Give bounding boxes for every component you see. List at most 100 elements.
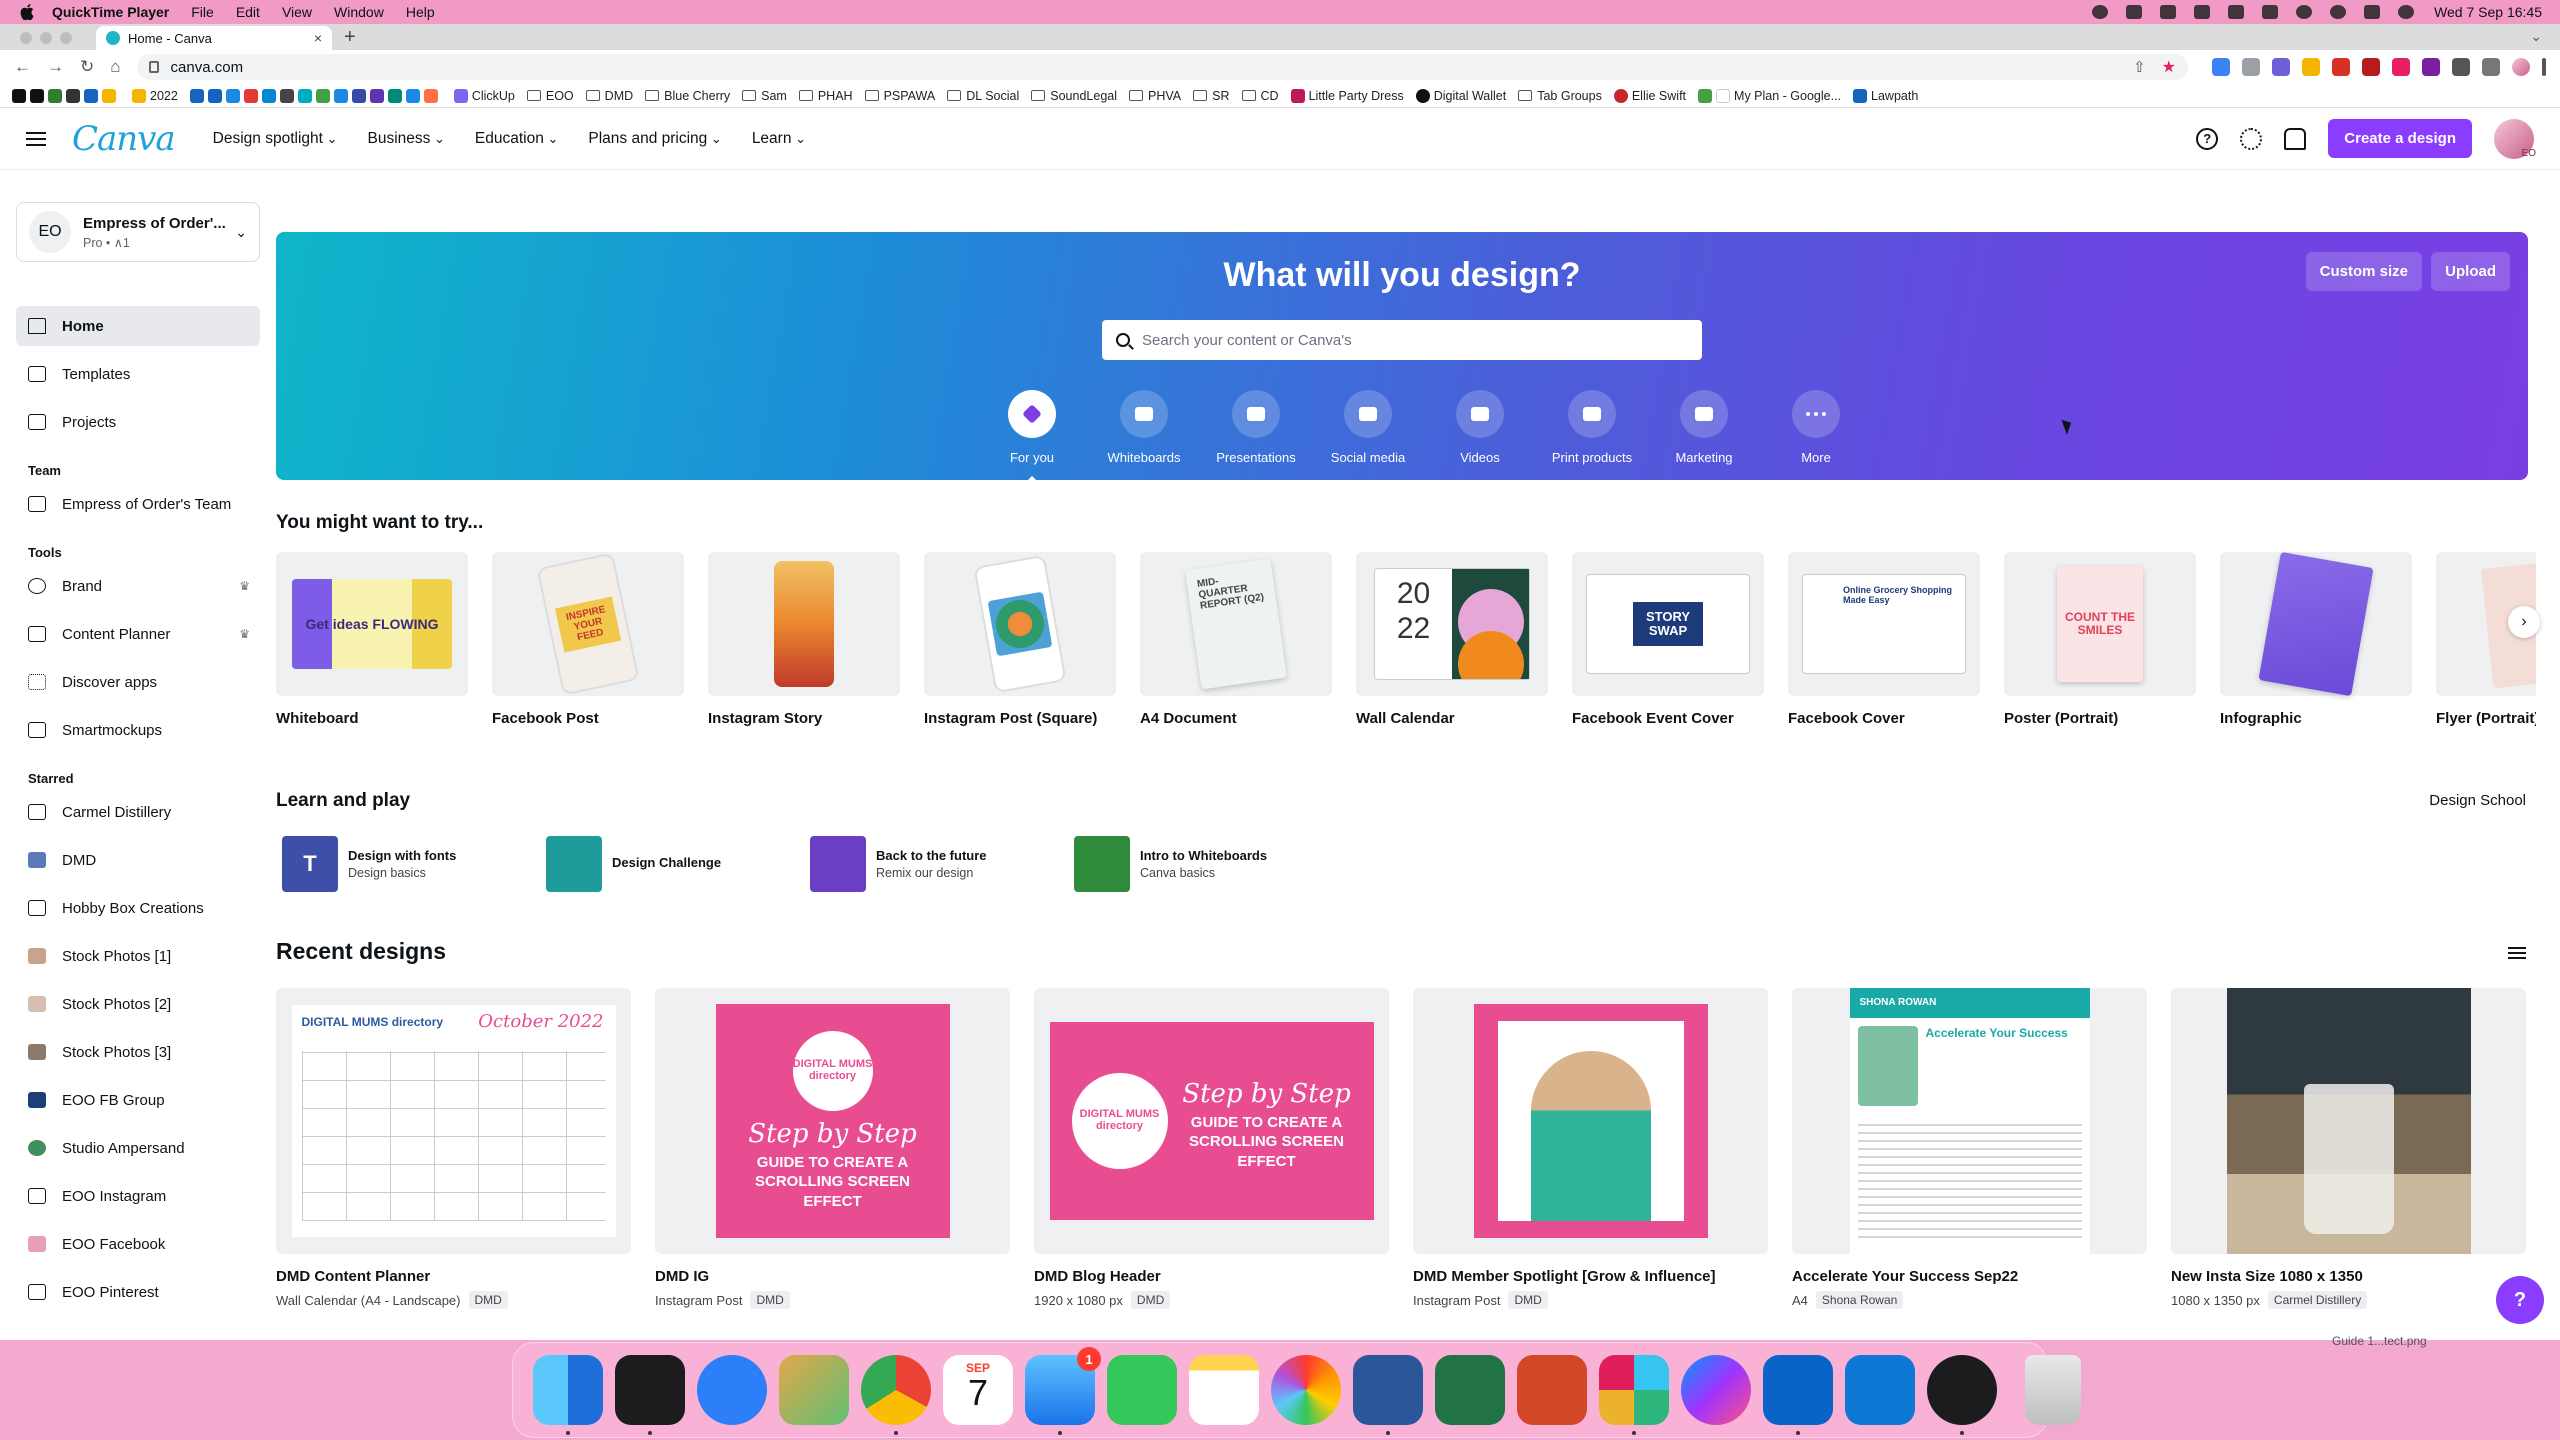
folder-tag[interactable]: Shona Rowan — [1815, 1291, 1904, 1309]
extension-7-icon[interactable] — [2392, 58, 2410, 76]
starred-eoo-facebook[interactable]: EOO Facebook — [16, 1224, 260, 1264]
bookmark-pspawa[interactable]: PSPAWA — [864, 89, 935, 103]
suggestion-card[interactable]: Get ideas FLOWING Whiteboard — [276, 552, 468, 732]
spotlight-icon[interactable] — [2330, 5, 2347, 19]
starred-studio-ampersand[interactable]: Studio Ampersand — [16, 1128, 260, 1168]
new-tab-icon[interactable]: + — [344, 26, 356, 49]
starred-stock-photos-3[interactable]: Stock Photos [3] — [16, 1032, 260, 1072]
folder-tag[interactable]: Carmel Distillery — [2267, 1291, 2368, 1309]
hamburger-menu-icon[interactable] — [26, 128, 46, 150]
sidebar-item-templates[interactable]: Templates — [16, 354, 260, 394]
starred-hobby-box-creations[interactable]: Hobby Box Creations — [16, 888, 260, 928]
extension-3-icon[interactable] — [2272, 58, 2290, 76]
menu-app-name[interactable]: QuickTime Player — [52, 4, 169, 20]
close-window-button[interactable] — [20, 32, 32, 44]
sidebar-item-projects[interactable]: Projects — [16, 402, 260, 442]
bookmark-ellie-swift[interactable]: Ellie Swift — [1613, 88, 1686, 103]
learn-item[interactable]: Back to the future Remix our design — [810, 836, 1074, 892]
photos-icon[interactable] — [1271, 1355, 1341, 1425]
category-social-media[interactable]: Social media — [1312, 390, 1424, 465]
suggestion-card[interactable]: COUNT THE SMILES Poster (Portrait) — [2004, 552, 2196, 732]
bookmark-dmd[interactable]: DMD — [585, 89, 633, 103]
wifi-icon[interactable] — [2296, 5, 2313, 19]
record-status-icon[interactable] — [2092, 5, 2109, 19]
back-icon[interactable]: ← — [14, 57, 31, 77]
bookmark-digital-wallet[interactable]: Digital Wallet — [1415, 88, 1506, 103]
powerpoint-icon[interactable] — [1517, 1355, 1587, 1425]
suggestion-card[interactable]: MID-QUARTER REPORT (Q2) A4 Document — [1140, 552, 1332, 732]
nav-education[interactable]: Education — [475, 130, 558, 148]
suggestion-card[interactable]: STORY SWAP Facebook Event Cover — [1572, 552, 1764, 732]
bookmark-blue-cherry[interactable]: Blue Cherry — [645, 89, 730, 103]
excel-icon[interactable] — [1435, 1355, 1505, 1425]
facetime-icon[interactable] — [1107, 1355, 1177, 1425]
bookmark-my-plan[interactable]: My Plan - Google... — [1698, 88, 1841, 103]
sidebar-item-content-planner[interactable]: Content Planner ♛ — [16, 614, 260, 654]
create-a-design-button[interactable]: Create a design — [2328, 119, 2472, 158]
team-switcher[interactable]: EO Empress of Order'... Pro • ∧1 ⌄ — [16, 202, 260, 262]
share-icon[interactable]: ⇧ — [2133, 58, 2146, 76]
browser-tab-active[interactable]: Home - Canva × — [96, 26, 332, 50]
recent-design-card[interactable]: New Insta Size 1080 x 1350 1080 x 1350 p… — [2171, 988, 2526, 1309]
side-panel-icon[interactable] — [2482, 58, 2500, 76]
extension-1-icon[interactable] — [2212, 58, 2230, 76]
sidebar-item-brand[interactable]: Brand ♛ — [16, 566, 260, 606]
bookmark-sam[interactable]: Sam — [742, 89, 787, 103]
category-print-products[interactable]: Print products — [1536, 390, 1648, 465]
suggestion-card[interactable]: Flyer (Portrait) — [2436, 552, 2536, 732]
bookmark-dl-social[interactable]: DL Social — [947, 89, 1019, 103]
suggestion-card[interactable]: Instagram Post (Square) — [924, 552, 1116, 732]
folder-tag[interactable]: DMD — [468, 1291, 508, 1309]
chrome-icon[interactable] — [861, 1355, 931, 1435]
custom-size-button[interactable]: Custom size — [2305, 252, 2422, 291]
starred-stock-photos-1[interactable]: Stock Photos [1] — [16, 936, 260, 976]
menu-clock[interactable]: Wed 7 Sep 16:45 — [2434, 4, 2542, 20]
settings-gear-icon[interactable] — [2240, 127, 2263, 150]
bookmark-cd[interactable]: CD — [1241, 89, 1279, 103]
home-icon[interactable]: ⌂ — [110, 57, 120, 77]
recent-design-card[interactable]: DIGITAL MUMS directory Step by Step GUID… — [655, 988, 1010, 1309]
design-school-link[interactable]: Design School — [2429, 792, 2526, 809]
apple-menu-icon[interactable] — [20, 3, 38, 21]
canva-logo[interactable]: Canva — [72, 119, 176, 159]
learn-item[interactable]: Design Challenge — [546, 836, 810, 892]
nav-plans-and-pricing[interactable]: Plans and pricing — [588, 130, 721, 148]
search-field[interactable] — [1102, 320, 1702, 360]
search-input[interactable] — [1142, 331, 1688, 349]
mail-icon[interactable]: 1 — [1025, 1347, 1101, 1435]
help-icon[interactable]: ? — [2196, 127, 2219, 150]
onedrive-icon[interactable] — [1845, 1355, 1915, 1425]
trash-icon[interactable] — [2025, 1355, 2081, 1425]
suggestion-card[interactable]: INSPIRE YOUR FEED Facebook Post — [492, 552, 684, 732]
recent-design-card[interactable]: DMD Member Spotlight [Grow & Influence] … — [1413, 988, 1768, 1309]
starred-stock-photos-2[interactable]: Stock Photos [2] — [16, 984, 260, 1024]
extension-5-icon[interactable] — [2332, 58, 2350, 76]
recent-design-card[interactable]: DIGITAL MUMS directory Step by Step GUID… — [1034, 988, 1389, 1309]
folder-tag[interactable]: DMD — [750, 1291, 790, 1309]
browser-menu-icon[interactable] — [2542, 58, 2546, 76]
word-icon[interactable] — [1353, 1355, 1423, 1435]
suggestion-card[interactable]: Instagram Story — [708, 552, 900, 732]
address-bar[interactable]: canva.com ⇧ ★ — [136, 54, 2188, 80]
outlook-icon[interactable] — [1763, 1355, 1833, 1435]
bookmark-phah[interactable]: PHAH — [798, 89, 853, 103]
bookmark-phva[interactable]: PHVA — [1129, 89, 1181, 103]
nav-design-spotlight[interactable]: Design spotlight — [213, 130, 338, 148]
sidebar-item-team[interactable]: Empress of Order's Team — [16, 484, 260, 524]
carousel-next-chevron-icon[interactable]: › — [2508, 606, 2540, 638]
profile-icon[interactable] — [2512, 58, 2530, 76]
bookmark-little-party-dress[interactable]: Little Party Dress — [1290, 88, 1404, 103]
bookmark-clickup[interactable]: ClickUp — [453, 88, 515, 103]
desktop-file-label[interactable]: Guide 1...tect.png — [2332, 1334, 2427, 1348]
dropbox-icon[interactable] — [2160, 5, 2177, 19]
category-presentations[interactable]: Presentations — [1200, 390, 1312, 465]
bookmark-2022[interactable]: 2022 — [132, 88, 178, 103]
suggestion-card[interactable]: 20 22 Wall Calendar — [1356, 552, 1548, 732]
category-whiteboards[interactable]: Whiteboards — [1088, 390, 1200, 465]
quicktime-icon[interactable] — [1927, 1355, 1997, 1435]
shortcuts-terminal-icon[interactable] — [615, 1355, 685, 1435]
finder-icon[interactable] — [533, 1355, 603, 1435]
tab-search-chevron-icon[interactable]: ⌄ — [2530, 28, 2542, 45]
zoom-window-button[interactable] — [60, 32, 72, 44]
learn-item[interactable]: T Design with fonts Design basics — [282, 836, 546, 892]
